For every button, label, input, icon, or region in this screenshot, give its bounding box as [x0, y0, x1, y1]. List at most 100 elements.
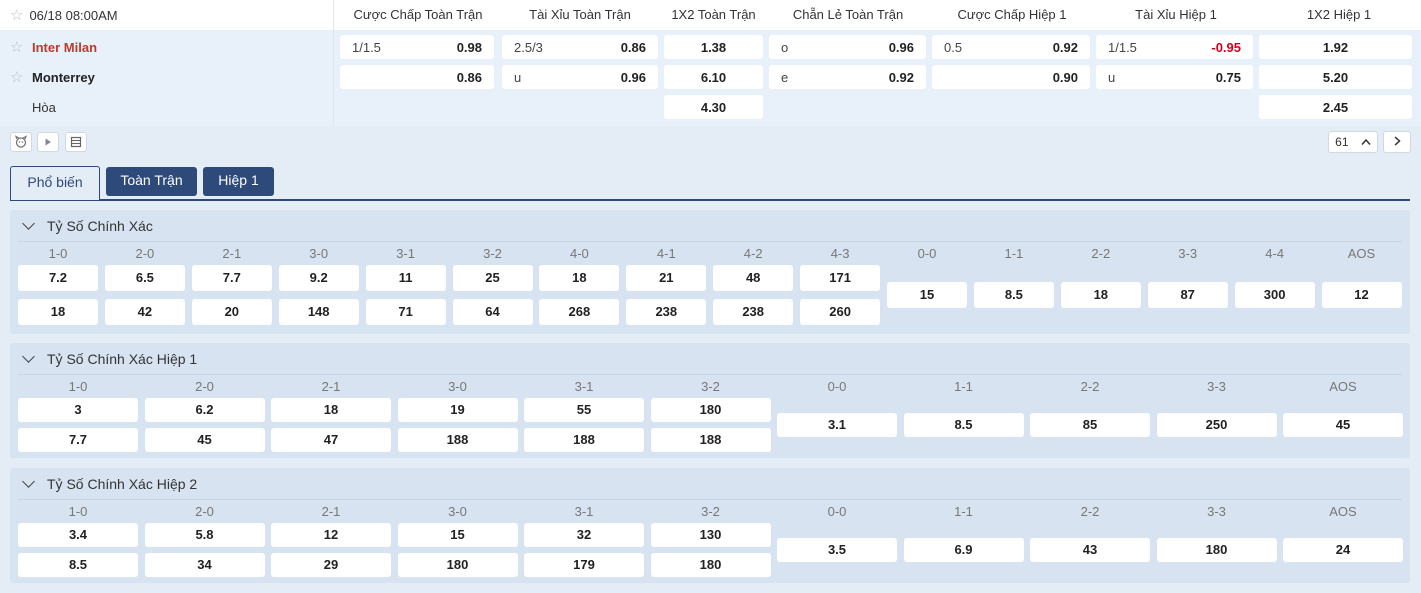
- odds-value: 0.96: [888, 39, 914, 55]
- odds-1x2-h1-draw[interactable]: 2.45: [1259, 95, 1412, 119]
- score-odds-single[interactable]: 6.9: [903, 538, 1024, 562]
- score-odds-away[interactable]: 188: [524, 428, 644, 452]
- score-odds-away[interactable]: 179: [524, 553, 644, 577]
- score-odds-single[interactable]: 180: [1156, 538, 1277, 562]
- score-odds-home[interactable]: 15: [397, 523, 518, 547]
- score-label: 4-3: [830, 246, 850, 261]
- score-odds-home[interactable]: 6.5: [104, 265, 185, 291]
- odds-1x2-h1-home[interactable]: 1.92: [1259, 35, 1412, 59]
- odds-1x2-ft-away[interactable]: 6.10: [664, 65, 763, 89]
- score-odds-single[interactable]: 45: [1283, 413, 1403, 437]
- score-odds-home[interactable]: 18: [271, 398, 391, 422]
- odds-ou-h1-over[interactable]: 1/1.5 -0.95: [1096, 35, 1253, 59]
- score-odds-home[interactable]: 6.2: [144, 398, 265, 422]
- score-odds-single[interactable]: 87: [1147, 282, 1228, 308]
- score-odds-home[interactable]: 5.8: [144, 523, 265, 547]
- odds-ou-ft-over[interactable]: 2.5/3 0.86: [502, 35, 658, 59]
- score-odds-single[interactable]: 18: [1060, 282, 1141, 308]
- next-button[interactable]: [1383, 131, 1411, 153]
- score-odds-home[interactable]: 130: [650, 523, 771, 547]
- odds-value: 0.75: [1215, 69, 1241, 85]
- score-odds-single[interactable]: 300: [1234, 282, 1315, 308]
- odds-1x2-ft-home[interactable]: 1.38: [664, 35, 763, 59]
- score-odds-home[interactable]: 3: [18, 398, 138, 422]
- score-odds-away[interactable]: 180: [397, 553, 518, 577]
- odds-oe-ft-odd[interactable]: o 0.96: [769, 35, 926, 59]
- score-odds-single[interactable]: 250: [1156, 413, 1277, 437]
- odds-hdp-ft-home[interactable]: 1/1.5 0.98: [340, 35, 494, 59]
- score-label: AOS: [1329, 504, 1357, 519]
- score-odds-away[interactable]: 180: [650, 553, 771, 577]
- score-label: 3-0: [309, 246, 329, 261]
- odds-oe-ft-even[interactable]: e 0.92: [769, 65, 926, 89]
- score-odds-home[interactable]: 32: [524, 523, 644, 547]
- score-odds-home[interactable]: 12: [271, 523, 391, 547]
- score-odds-single[interactable]: 85: [1030, 413, 1150, 437]
- score-odds-away[interactable]: 45: [144, 428, 265, 452]
- market-tabs: Phổ biến Toàn Trận Hiệp 1: [10, 166, 1410, 201]
- section-header[interactable]: Tỷ Số Chính Xác: [22, 217, 153, 234]
- score-odds-away[interactable]: 34: [144, 553, 265, 577]
- score-odds-single[interactable]: 3.5: [777, 538, 897, 562]
- section-header[interactable]: Tỷ Số Chính Xác Hiệp 1: [22, 350, 197, 367]
- score-odds-single[interactable]: 3.1: [777, 413, 897, 437]
- section-correct-score: Tỷ Số Chính Xác 1-0 7.2 18 2-0 6.5 42 2-1 7.7 20…: [10, 210, 1410, 334]
- score-odds-single[interactable]: 15: [887, 282, 967, 308]
- score-label: 1-0: [68, 379, 88, 394]
- score-odds-away[interactable]: 148: [278, 299, 359, 325]
- score-odds-home[interactable]: 3.4: [18, 523, 138, 547]
- odds-value: 6.10: [700, 69, 727, 85]
- score-odds-home[interactable]: 7.7: [191, 265, 272, 291]
- odds-1x2-h1-away[interactable]: 5.20: [1259, 65, 1412, 89]
- market-count: 61: [1335, 135, 1349, 149]
- score-odds-away[interactable]: 18: [18, 299, 98, 325]
- score-odds-away[interactable]: 71: [365, 299, 446, 325]
- score-odds-home[interactable]: 21: [626, 265, 707, 291]
- score-odds-home[interactable]: 19: [397, 398, 518, 422]
- score-odds-home[interactable]: 55: [524, 398, 644, 422]
- score-odds-home[interactable]: 11: [365, 265, 446, 291]
- score-odds-away[interactable]: 188: [397, 428, 518, 452]
- score-odds-away[interactable]: 7.7: [18, 428, 138, 452]
- tab-popular[interactable]: Phổ biến: [10, 166, 100, 200]
- odds-hdp-ft-away[interactable]: 0.86: [340, 65, 494, 89]
- score-odds-away[interactable]: 8.5: [18, 553, 138, 577]
- score-odds-single[interactable]: 8.5: [973, 282, 1054, 308]
- score-odds-away[interactable]: 47: [271, 428, 391, 452]
- score-odds-single[interactable]: 24: [1283, 538, 1403, 562]
- tab-first-half[interactable]: Hiệp 1: [203, 167, 274, 196]
- list-icon[interactable]: [65, 132, 87, 152]
- score-odds-home[interactable]: 18: [539, 265, 620, 291]
- score-odds-away[interactable]: 29: [271, 553, 391, 577]
- odds-hdp-h1-away[interactable]: 0.90: [932, 65, 1090, 89]
- score-odds-single[interactable]: 43: [1030, 538, 1150, 562]
- section-header[interactable]: Tỷ Số Chính Xác Hiệp 2: [22, 475, 197, 492]
- score-odds-single[interactable]: 12: [1321, 282, 1402, 308]
- tab-full-match[interactable]: Toàn Trận: [106, 167, 197, 196]
- score-odds-away[interactable]: 238: [626, 299, 707, 325]
- score-odds-away[interactable]: 20: [191, 299, 272, 325]
- score-odds-away[interactable]: 64: [452, 299, 533, 325]
- odds-hdp-h1-home[interactable]: 0.5 0.92: [932, 35, 1090, 59]
- score-odds-single[interactable]: 8.5: [903, 413, 1024, 437]
- score-odds-away[interactable]: 238: [713, 299, 794, 325]
- odds-ou-h1-under[interactable]: u 0.75: [1096, 65, 1253, 89]
- play-icon[interactable]: [37, 132, 59, 152]
- score-odds-away[interactable]: 188: [650, 428, 771, 452]
- score-odds-home[interactable]: 7.2: [18, 265, 98, 291]
- mascot-icon[interactable]: [10, 132, 32, 152]
- score-odds-away[interactable]: 268: [539, 299, 620, 325]
- odds-1x2-ft-draw[interactable]: 4.30: [664, 95, 763, 119]
- score-odds-home[interactable]: 25: [452, 265, 533, 291]
- odds-value: 0.86: [456, 69, 482, 85]
- score-odds-home[interactable]: 9.2: [278, 265, 359, 291]
- score-odds-away[interactable]: 260: [800, 299, 881, 325]
- market-count-toggle[interactable]: 61: [1328, 131, 1378, 153]
- odds-ou-ft-under[interactable]: u 0.96: [502, 65, 658, 89]
- section-correct-score-h2: Tỷ Số Chính Xác Hiệp 2 1-0 3.4 8.5 2-0 5.8 34…: [10, 468, 1410, 583]
- header-ou-h1: Tài Xỉu Hiệp 1: [1135, 7, 1217, 22]
- score-odds-away[interactable]: 42: [104, 299, 185, 325]
- score-odds-home[interactable]: 171: [800, 265, 881, 291]
- score-odds-home[interactable]: 180: [650, 398, 771, 422]
- score-odds-home[interactable]: 48: [713, 265, 794, 291]
